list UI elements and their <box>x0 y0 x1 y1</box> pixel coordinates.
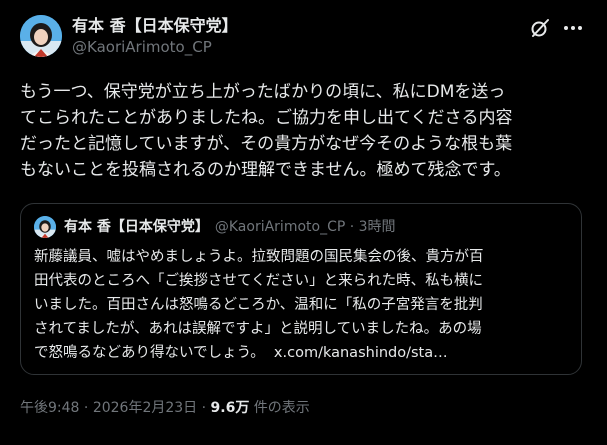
avatar-icon <box>20 15 62 57</box>
post-date[interactable]: 2026年2月23日 <box>93 400 197 416</box>
author-handle[interactable]: @KaoriArimoto_CP <box>72 37 238 57</box>
grok-button[interactable] <box>529 17 551 39</box>
author-avatar[interactable] <box>20 15 62 57</box>
post-timestamp: 午後9:48 · 2026年2月23日 · 9.6万 件の表示 <box>20 398 310 418</box>
quoted-text-line: 新藤議員、嘘はやめましょうよ。拉致問題の国民集会の後、貴方が百 <box>34 249 484 265</box>
quoted-text-line: されてましたが、あれは誤解ですよ」と説明していましたね。あの場 <box>34 321 482 337</box>
post-time[interactable]: 午後9:48 <box>20 400 79 416</box>
author-display-name[interactable]: 有本 香【日本保守党】 <box>72 16 238 36</box>
views-label: 件の表示 <box>253 400 310 416</box>
quoted-text-line: いました。百田さんは怒鳴るどころか、温和に「私の子宮発言を批判 <box>34 297 483 313</box>
quoted-text-line: で怒鳴るなどあり得ないでしょう。 <box>34 345 265 361</box>
quoted-display-name: 有本 香【日本保守党】 <box>64 219 209 235</box>
post-text: もう一つ、保守党が立ち上がったばかりの頃に、私にDMを送っ てこられたことがあり… <box>20 79 585 183</box>
quoted-header: 有本 香【日本保守党】 @KaoriArimoto_CP · 3時間 <box>64 217 396 237</box>
quoted-handle-time: @KaoriArimoto_CP · 3時間 <box>214 219 396 235</box>
post-text-line: てこられたことがありましたね。ご協力を申し出てくださる内容 <box>20 108 513 128</box>
post-text-line: もないことを投稿されるのか理解できません。極めて残念です。 <box>20 160 511 180</box>
author-info: 有本 香【日本保守党】 @KaoriArimoto_CP <box>72 16 238 57</box>
quoted-avatar <box>34 216 56 238</box>
post-text-line: もう一つ、保守党が立ち上がったばかりの頃に、私にDMを送っ <box>20 82 506 102</box>
views-count: 9.6万 <box>210 400 250 416</box>
avatar-icon <box>34 216 56 238</box>
separator: · <box>201 400 207 416</box>
quoted-text-line-last: で怒鳴るなどあり得ないでしょう。 x.com/kanashindo/sta… <box>34 341 574 365</box>
quoted-text-line: 田代表のところへ「ご挨拶させてください」と来られた時、私も横に <box>34 273 484 289</box>
grok-icon <box>531 19 549 37</box>
quoted-text: 新藤議員、嘘はやめましょうよ。拉致問題の国民集会の後、貴方が百 田代表のところへ… <box>34 245 574 365</box>
more-button[interactable] <box>560 17 586 39</box>
post-text-line: だったと記憶していますが、その貴方がなぜ今そのような根も葉 <box>20 134 513 154</box>
post: 有本 香【日本保守党】 @KaoriArimoto_CP もう一つ、保守党が立ち… <box>0 0 607 445</box>
more-icon <box>564 26 582 30</box>
quoted-post[interactable]: 有本 香【日本保守党】 @KaoriArimoto_CP · 3時間 新藤議員、嘘… <box>20 203 582 375</box>
quoted-link[interactable]: x.com/kanashindo/sta… <box>274 345 448 361</box>
separator: · <box>83 400 89 416</box>
